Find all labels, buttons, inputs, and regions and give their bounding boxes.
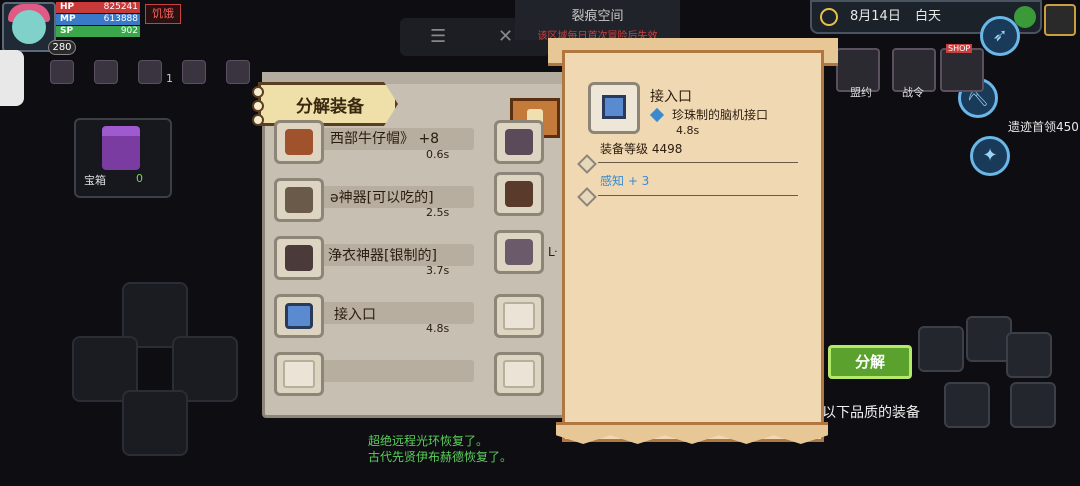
hp-label: HP: [60, 2, 75, 12]
date-label: 8月14日: [850, 9, 901, 24]
item-time-3: 3.7s: [426, 264, 450, 277]
item-name-r3-partial: ᒷ: [548, 245, 558, 259]
list-menu-icon[interactable]: ☰: [430, 26, 446, 47]
item-slot-r3[interactable]: [494, 230, 544, 274]
alliance-label: 盟约: [850, 86, 872, 99]
sp-value: 902: [120, 26, 138, 36]
player-level-badge: 280: [48, 40, 76, 55]
ribbon-ring-2: [252, 100, 264, 112]
divider-line: [598, 162, 798, 163]
gear-item-icon: [505, 129, 533, 155]
time-of-day-label: 白天: [914, 9, 941, 24]
chest-label: 宝箱: [84, 174, 106, 187]
sp-label: SP: [60, 26, 74, 36]
weapon-icon: [285, 187, 313, 213]
buff-icon-3[interactable]: [138, 60, 162, 84]
creature-item-icon: [505, 181, 533, 207]
item-slot-r2[interactable]: [494, 172, 544, 216]
item-name-1: 西部牛仔帽》 +8: [330, 131, 440, 147]
log-line-2: 古代先贤伊布赫德恢复了。: [368, 450, 513, 464]
item-name-4: 接入口: [334, 307, 376, 323]
log-line-1: 超绝远程光环恢复了。: [368, 434, 489, 448]
item-time-1: 0.6s: [426, 148, 450, 161]
item-slot-4[interactable]: [274, 294, 324, 338]
divider-line: [598, 195, 798, 196]
hourglass-icon[interactable]: [1006, 332, 1052, 378]
ribbon-ring-3: [252, 114, 264, 126]
close-icon[interactable]: ✕: [498, 26, 513, 47]
item-name-2: ǝ神器[可以吃的]: [330, 190, 434, 206]
hp-bar: HP 825241: [56, 2, 140, 13]
dpad-down-button[interactable]: [122, 390, 188, 456]
buff-icon-1[interactable]: [50, 60, 74, 84]
sword-icon[interactable]: [944, 382, 990, 428]
date-text: 8月14日 白天: [850, 2, 941, 32]
gun-button[interactable]: ✦: [970, 136, 1010, 176]
mp-value: 613888: [103, 14, 138, 24]
empty-slot-r4[interactable]: [494, 294, 544, 338]
chest-panel[interactable]: 宝箱 0: [74, 118, 172, 198]
buff-icon-2[interactable]: [94, 60, 118, 84]
buff-icon-5[interactable]: [226, 60, 250, 84]
sun-icon: [820, 8, 838, 26]
boss-tracker-label[interactable]: 遗迹首领450: [1008, 118, 1079, 135]
shop-label: SHOP: [946, 44, 973, 53]
hat-icon: [285, 129, 313, 155]
globe-icon[interactable]: [1014, 6, 1036, 28]
item-row-5-namebar[interactable]: [318, 360, 474, 382]
item-time-4: 4.8s: [426, 322, 450, 335]
empty-slot-inner: [503, 360, 535, 388]
armor-icon: [285, 245, 313, 271]
empty-slot-5[interactable]: [274, 352, 324, 396]
chip-icon: [602, 95, 626, 119]
empty-slot-inner: [283, 360, 315, 388]
battle-order-label: 战令: [902, 86, 924, 99]
tooltip-item-slot: [588, 82, 640, 134]
item-slot-3[interactable]: [274, 236, 324, 280]
rift-title: 裂痕空间: [571, 9, 624, 24]
mp-bar: MP 613888: [56, 14, 140, 25]
item-slot-1[interactable]: [274, 120, 324, 164]
item-time-2: 2.5s: [426, 206, 450, 219]
boots-item-icon: [505, 239, 533, 265]
sp-bar: SP 902: [56, 26, 140, 37]
crossed-weapons-icon[interactable]: [918, 326, 964, 372]
buff-count: 1: [166, 72, 173, 85]
hp-value: 825241: [103, 2, 138, 12]
below-quality-label[interactable]: 以下品质的装备: [822, 402, 920, 422]
decompose-button[interactable]: 分解: [828, 345, 912, 379]
chest-icon: [102, 126, 140, 170]
bow-icon[interactable]: [1010, 382, 1056, 428]
chip-icon: [285, 303, 313, 329]
item-name-3: 浄衣神器[银制的]: [328, 248, 437, 264]
shop-icon[interactable]: SHOP: [940, 44, 984, 92]
chest-count: 0: [136, 172, 143, 185]
avatar-face: [12, 10, 46, 44]
side-drawer-tab[interactable]: [0, 50, 24, 106]
empty-slot-inner: [503, 302, 535, 330]
rift-space-header: 裂痕空间 该区域每日首次冒险后失效: [515, 0, 680, 42]
item-slot-r1[interactable]: [494, 120, 544, 164]
mp-label: MP: [60, 14, 76, 24]
panel-title: 分解装备: [296, 97, 364, 117]
hunger-status-badge: 饥饿: [145, 4, 181, 24]
item-slot-2[interactable]: [274, 178, 324, 222]
tooltip-attribute: 感知 + 3: [600, 174, 650, 188]
tooltip-item-time: 4.8s: [676, 124, 700, 137]
tooltip-item-name: 接入口: [650, 89, 692, 105]
exit-button[interactable]: [1044, 4, 1076, 36]
rocket-button[interactable]: ➶: [980, 16, 1020, 56]
buff-icon-4[interactable]: [182, 60, 206, 84]
tooltip-equip-level: 装备等级 4498: [600, 142, 683, 156]
ribbon-ring-1: [252, 86, 264, 98]
empty-slot-r5[interactable]: [494, 352, 544, 396]
tooltip-item-subtitle: 珍珠制的脑机接口: [672, 108, 769, 122]
